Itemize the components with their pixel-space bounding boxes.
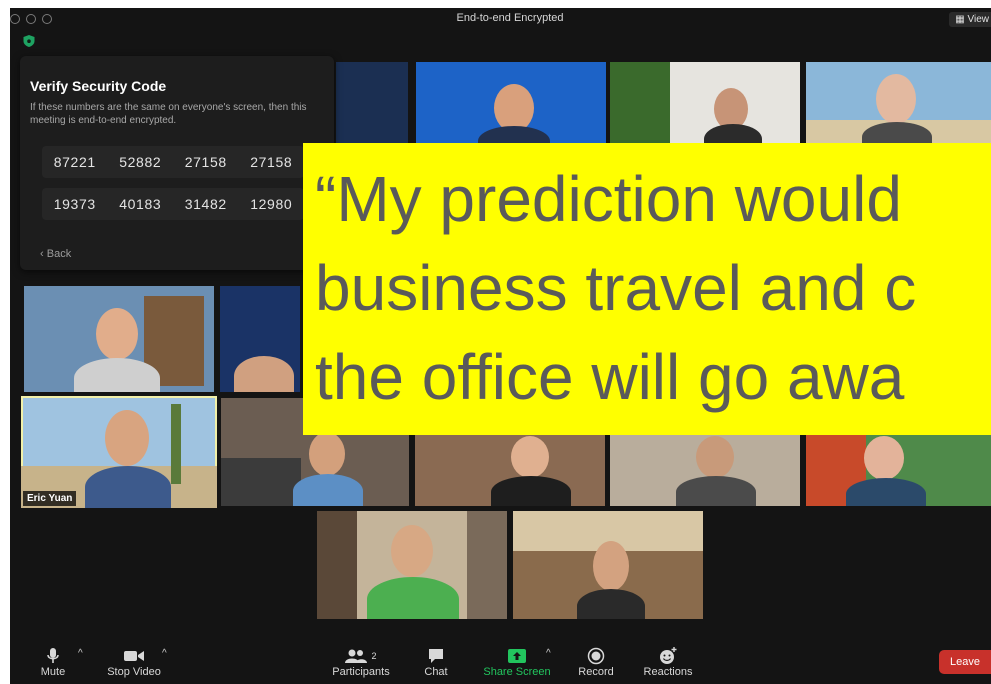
mute-button[interactable]: Mute xyxy=(38,646,68,678)
video-tile-participant[interactable] xyxy=(416,62,606,144)
shield-icon[interactable] xyxy=(22,34,36,48)
window-title: End-to-end Encrypted xyxy=(456,12,564,24)
share-screen-label: Share Screen xyxy=(483,666,551,678)
quote-banner: “My prediction would business travel and… xyxy=(303,143,991,435)
security-code-row: 19373 40183 31482 12980 xyxy=(42,188,304,220)
quote-line-3: the office will go awa xyxy=(315,341,905,413)
participants-label: Participants xyxy=(332,666,390,678)
share-options-caret[interactable]: ^ xyxy=(546,648,551,659)
security-code: 12980 xyxy=(250,196,293,212)
audio-options-caret[interactable]: ^ xyxy=(78,648,83,659)
video-camera-icon xyxy=(124,651,144,661)
video-tile-participant[interactable] xyxy=(610,62,800,144)
record-icon xyxy=(587,647,605,665)
security-code: 87221 xyxy=(53,154,96,170)
reactions-label: Reactions xyxy=(643,666,693,678)
video-tile-participant[interactable] xyxy=(806,62,991,144)
view-label: View xyxy=(967,14,990,25)
record-label: Record xyxy=(578,666,614,678)
security-code: 27158 xyxy=(250,154,293,170)
reactions-button[interactable]: Reactions xyxy=(640,646,696,678)
chat-label: Chat xyxy=(424,666,448,678)
view-button[interactable]: ▦ View xyxy=(949,12,991,27)
people-icon xyxy=(345,649,368,663)
verify-title: Verify Security Code xyxy=(30,78,167,94)
leave-button[interactable]: Leave xyxy=(939,650,991,674)
quote-line-2: business travel and c xyxy=(315,252,917,324)
quote-line-1: “My prediction would xyxy=(315,163,902,235)
chat-button[interactable]: Chat xyxy=(420,646,452,678)
chevron-left-icon: ‹ xyxy=(40,248,44,260)
video-tile-participant[interactable] xyxy=(415,432,605,506)
grid-icon: ▦ xyxy=(955,14,965,25)
security-code: 27158 xyxy=(184,154,227,170)
meeting-toolbar: Mute ^ Stop Video ^ 2 Participants Chat … xyxy=(10,636,991,684)
video-tile-participant[interactable] xyxy=(806,432,991,506)
participants-count: 2 xyxy=(371,651,377,661)
back-label: Back xyxy=(46,248,72,260)
share-screen-icon xyxy=(508,649,526,663)
security-code: 19373 xyxy=(53,196,96,212)
participants-button[interactable]: 2 Participants xyxy=(328,646,394,678)
share-screen-button[interactable]: Share Screen xyxy=(480,646,554,678)
video-tile-participant[interactable] xyxy=(24,286,214,392)
security-code: 40183 xyxy=(119,196,162,212)
video-tile-participant[interactable] xyxy=(513,511,703,619)
video-tile-participant[interactable] xyxy=(220,286,300,392)
microphone-icon xyxy=(47,648,59,663)
stop-video-button[interactable]: Stop Video xyxy=(104,646,164,678)
security-code: 31482 xyxy=(184,196,227,212)
video-tile-participant[interactable] xyxy=(317,511,507,619)
video-tile-branded-background[interactable] xyxy=(336,62,408,144)
record-button[interactable]: Record xyxy=(576,646,616,678)
video-tile-participant[interactable] xyxy=(610,432,800,506)
verify-description: If these numbers are the same on everyon… xyxy=(30,102,307,126)
mute-label: Mute xyxy=(40,666,66,678)
security-code-row: 87221 52882 27158 27158 xyxy=(42,146,304,178)
emoji-icon xyxy=(660,647,677,664)
participant-name-tag: Eric Yuan xyxy=(23,491,77,506)
stop-video-label: Stop Video xyxy=(107,666,161,678)
chat-bubble-icon xyxy=(429,649,443,663)
security-code: 52882 xyxy=(119,154,162,170)
video-options-caret[interactable]: ^ xyxy=(162,648,167,659)
back-button[interactable]: ‹ Back xyxy=(40,248,71,260)
video-tile-active-speaker[interactable]: Eric Yuan xyxy=(21,396,217,508)
meeting-window: End-to-end Encrypted ▦ View Eric Yuan Ve… xyxy=(10,8,991,684)
